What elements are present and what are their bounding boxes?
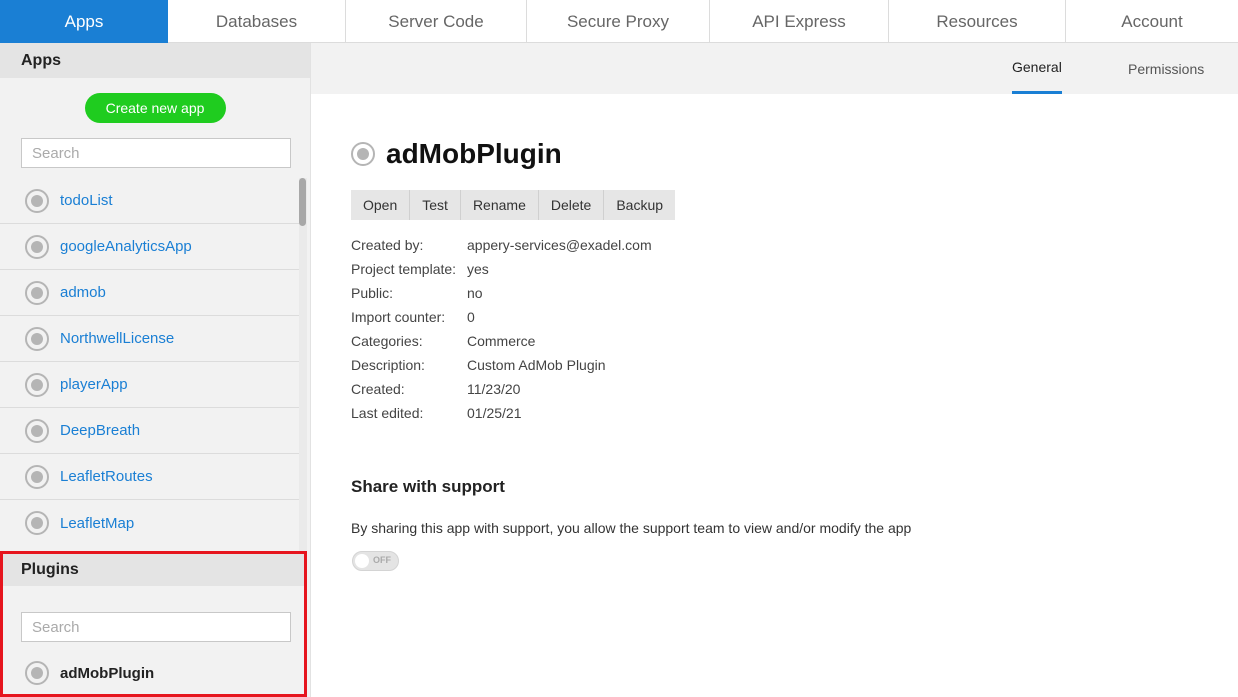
list-item[interactable]: DeepBreath <box>0 408 300 454</box>
meta-row: Public: no <box>351 281 652 305</box>
tab-general[interactable]: General <box>1012 43 1062 94</box>
tab-apps[interactable]: Apps <box>0 0 168 43</box>
apps-search-input[interactable] <box>21 138 291 168</box>
list-item[interactable]: LeafletMap <box>0 500 300 546</box>
app-circle-icon <box>25 464 49 489</box>
meta-row: Created: 11/23/20 <box>351 377 652 401</box>
tab-account[interactable]: Account <box>1066 0 1238 43</box>
share-heading: Share with support <box>351 477 505 496</box>
app-circle-icon <box>25 372 49 397</box>
list-item[interactable]: admob <box>0 270 300 316</box>
meta-key: Created by: <box>351 237 424 253</box>
meta-value: no <box>467 285 483 301</box>
meta-row: Import counter: 0 <box>351 305 652 329</box>
list-item[interactable]: todoList <box>0 178 300 224</box>
meta-key: Last edited: <box>351 405 424 421</box>
test-button[interactable]: Test <box>410 190 461 220</box>
app-meta: Created by: appery-services@exadel.com Pr… <box>351 233 652 425</box>
app-link[interactable]: NorthwellLicense <box>60 330 174 347</box>
tab-api-express[interactable]: API Express <box>710 0 889 43</box>
app-link[interactable]: LeafletRoutes <box>60 468 153 485</box>
app-circle-icon <box>25 234 49 259</box>
app-circle-icon <box>25 326 49 351</box>
create-app-wrap: Create new app <box>0 78 310 138</box>
list-item[interactable]: playerApp <box>0 362 300 408</box>
sidebar: Apps Create new app todoList googleAnaly… <box>0 43 311 697</box>
meta-value: yes <box>467 261 489 277</box>
app-list-scrollbar[interactable] <box>299 178 307 551</box>
plugins-panel: Plugins adMobPlugin <box>0 551 307 697</box>
app-circle-icon <box>351 142 375 166</box>
plugins-search-input[interactable] <box>21 612 291 642</box>
meta-row: Description: Custom AdMob Plugin <box>351 353 652 377</box>
app-circle-icon <box>25 188 49 213</box>
meta-value: Custom AdMob Plugin <box>467 357 606 373</box>
create-new-app-button[interactable]: Create new app <box>84 93 226 123</box>
meta-value: Commerce <box>467 333 536 349</box>
delete-button[interactable]: Delete <box>538 190 605 220</box>
app-list: todoList googleAnalyticsApp admob Northw… <box>0 178 300 551</box>
tab-databases[interactable]: Databases <box>168 0 346 43</box>
tab-permissions[interactable]: Permissions <box>1128 43 1204 94</box>
tab-server-code[interactable]: Server Code <box>346 0 527 43</box>
sub-nav: General Permissions <box>311 43 1238 94</box>
meta-value: 11/23/20 <box>467 381 521 397</box>
meta-row: Last edited: 01/25/21 <box>351 401 652 425</box>
meta-key: Categories: <box>351 333 423 349</box>
list-item[interactable]: NorthwellLicense <box>0 316 300 362</box>
list-item[interactable]: googleAnalyticsApp <box>0 224 300 270</box>
top-nav: Apps Databases Server Code Secure Proxy … <box>0 0 1238 43</box>
share-toggle[interactable]: OFF <box>352 551 399 571</box>
meta-key: Created: <box>351 381 405 397</box>
app-link[interactable]: todoList <box>60 192 113 209</box>
apps-heading: Apps <box>0 43 310 78</box>
app-circle-icon <box>25 280 49 305</box>
plugin-link[interactable]: adMobPlugin <box>60 665 154 682</box>
meta-row: Created by: appery-services@exadel.com <box>351 233 652 257</box>
toggle-state-label: OFF <box>373 555 391 565</box>
app-link[interactable]: googleAnalyticsApp <box>60 238 192 255</box>
backup-button[interactable]: Backup <box>604 190 676 220</box>
plugin-circle-icon <box>25 661 49 685</box>
tab-resources[interactable]: Resources <box>889 0 1066 43</box>
app-circle-icon <box>25 418 49 443</box>
toggle-knob <box>355 554 369 568</box>
app-link[interactable]: DeepBreath <box>60 422 140 439</box>
meta-value: appery-services@exadel.com <box>467 237 652 253</box>
meta-key: Description: <box>351 357 425 373</box>
app-link[interactable]: LeafletMap <box>60 515 134 532</box>
meta-key: Project template: <box>351 261 457 277</box>
scrollbar-thumb[interactable] <box>299 178 306 226</box>
meta-value: 0 <box>467 309 475 325</box>
rename-button[interactable]: Rename <box>460 190 539 220</box>
meta-value: 01/25/21 <box>467 405 522 421</box>
app-link[interactable]: admob <box>60 284 106 301</box>
page-title: adMobPlugin <box>386 138 562 169</box>
app-title-row: adMobPlugin <box>351 138 562 170</box>
meta-key: Import counter: <box>351 309 446 325</box>
tab-secure-proxy[interactable]: Secure Proxy <box>527 0 710 43</box>
meta-row: Categories: Commerce <box>351 329 652 353</box>
app-circle-icon <box>25 511 49 535</box>
open-button[interactable]: Open <box>351 190 411 220</box>
plugins-heading: Plugins <box>3 554 304 586</box>
meta-key: Public: <box>351 285 394 301</box>
list-item[interactable]: LeafletRoutes <box>0 454 300 500</box>
app-link[interactable]: playerApp <box>60 376 128 393</box>
plugin-item[interactable]: adMobPlugin <box>25 658 154 688</box>
share-description: By sharing this app with support, you al… <box>351 520 912 536</box>
meta-row: Project template: yes <box>351 257 652 281</box>
action-toolbar: Open Test Rename Delete Backup <box>351 190 676 220</box>
